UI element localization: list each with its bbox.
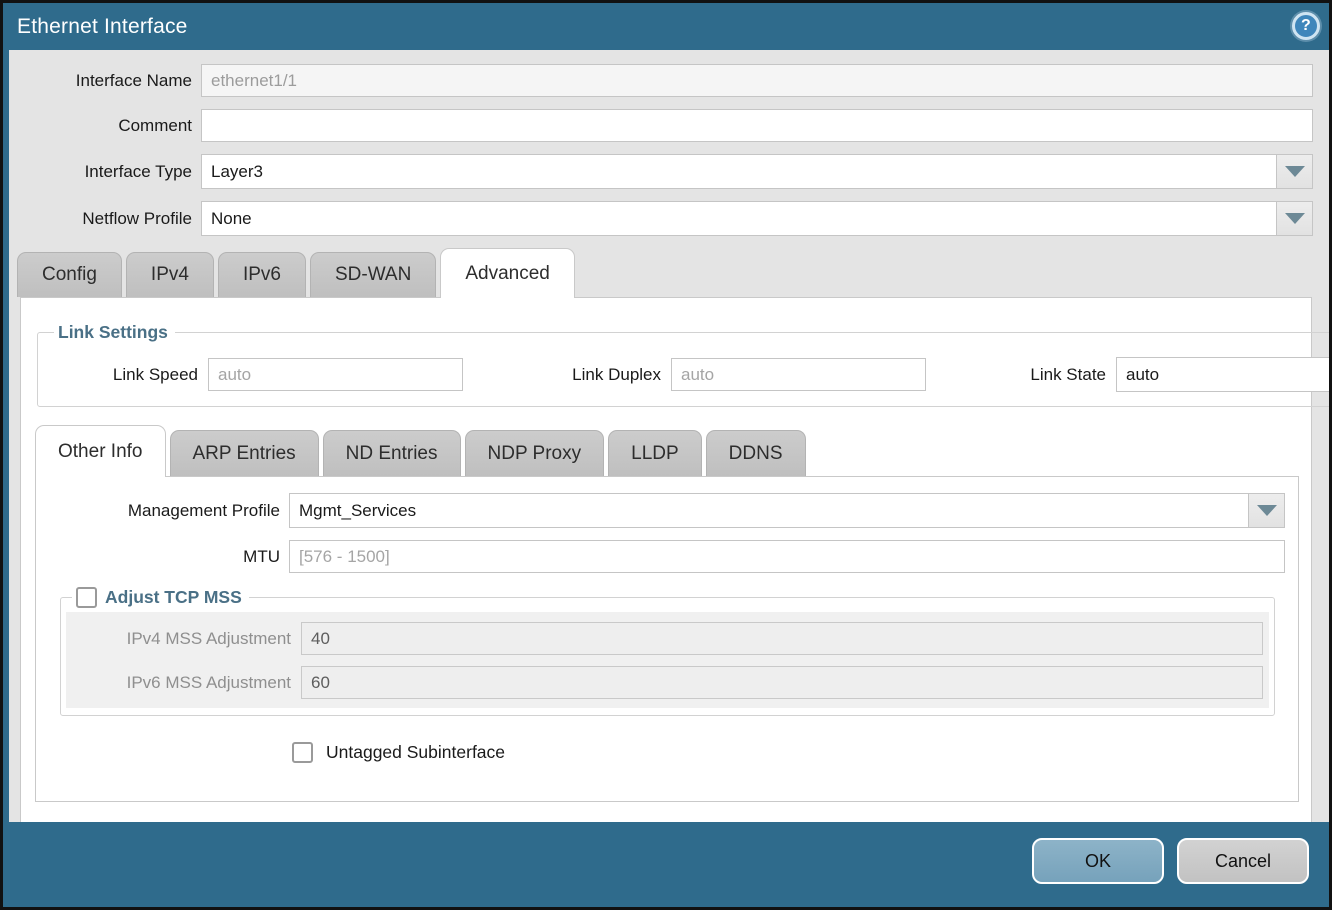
other-info-panel: Management Profile Mgmt_Services MTU (35, 476, 1299, 802)
netflow-profile-row: Netflow Profile None (9, 201, 1313, 236)
dialog-titlebar: Ethernet Interface ? (3, 3, 1329, 50)
tab-ipv6[interactable]: IPv6 (218, 252, 306, 297)
ipv6-mss-input: 60 (301, 666, 1263, 699)
chevron-down-icon (1285, 213, 1305, 224)
comment-label: Comment (9, 116, 201, 136)
ipv4-mss-row: IPv4 MSS Adjustment 40 (66, 622, 1269, 655)
inner-tab-ndp-proxy[interactable]: NDP Proxy (465, 430, 605, 476)
link-duplex-label: Link Duplex (511, 365, 671, 385)
link-settings-fieldset: Link Settings Link Speed Link Duplex Lin… (37, 322, 1329, 407)
dialog-footer: OK Cancel (3, 822, 1329, 907)
link-settings-legend: Link Settings (54, 322, 175, 343)
dialog-body: Interface Name Comment Interface Type La… (9, 50, 1329, 822)
interface-type-label: Interface Type (9, 162, 201, 182)
link-state-value[interactable]: auto (1116, 357, 1329, 392)
ipv6-mss-label: IPv6 MSS Adjustment (66, 673, 301, 693)
adjust-tcp-mss-legend: Adjust TCP MSS (72, 587, 249, 608)
interface-type-dropdown[interactable]: Layer3 (201, 154, 1313, 189)
mtu-input[interactable] (289, 540, 1285, 573)
untagged-subinterface-checkbox[interactable] (292, 742, 313, 763)
adjust-tcp-mss-legend-text: Adjust TCP MSS (105, 587, 242, 608)
other-info-tabs: Other Info ARP Entries ND Entries NDP Pr… (35, 425, 1311, 476)
ipv6-mss-row: IPv6 MSS Adjustment 60 (66, 666, 1269, 699)
untagged-subinterface-row: Untagged Subinterface (292, 742, 1285, 763)
tab-config[interactable]: Config (17, 252, 122, 297)
management-profile-value[interactable]: Mgmt_Services (289, 493, 1249, 528)
netflow-profile-dropdown-button[interactable] (1277, 201, 1313, 236)
interface-name-input (201, 64, 1313, 97)
management-profile-row: Management Profile Mgmt_Services (36, 493, 1285, 528)
ok-button[interactable]: OK (1032, 838, 1164, 884)
interface-name-label: Interface Name (9, 71, 201, 91)
dialog-title: Ethernet Interface (17, 15, 188, 39)
management-profile-label: Management Profile (36, 501, 289, 521)
ipv4-mss-input: 40 (301, 622, 1263, 655)
advanced-tab-panel: Link Settings Link Speed Link Duplex Lin… (20, 297, 1312, 822)
help-icon[interactable]: ? (1292, 12, 1320, 40)
interface-type-dropdown-button[interactable] (1277, 154, 1313, 189)
link-settings-row: Link Speed Link Duplex Link State auto (48, 357, 1329, 392)
mss-disabled-block: IPv4 MSS Adjustment 40 IPv6 MSS Adjustme… (66, 612, 1269, 708)
inner-tab-ddns[interactable]: DDNS (706, 430, 806, 476)
interface-name-row: Interface Name (9, 64, 1313, 97)
chevron-down-icon (1257, 505, 1277, 516)
untagged-subinterface-label: Untagged Subinterface (326, 742, 505, 763)
link-state-label: Link State (988, 365, 1116, 385)
link-duplex-input[interactable] (671, 358, 926, 391)
mtu-row: MTU (36, 540, 1285, 573)
link-speed-input[interactable] (208, 358, 463, 391)
comment-row: Comment (9, 109, 1313, 142)
adjust-tcp-mss-checkbox[interactable] (76, 587, 97, 608)
inner-tab-arp-entries[interactable]: ARP Entries (170, 430, 319, 476)
link-state-dropdown[interactable]: auto (1116, 357, 1329, 392)
ethernet-interface-dialog: Ethernet Interface ? Interface Name Comm… (3, 3, 1329, 907)
main-tabs: Config IPv4 IPv6 SD-WAN Advanced (17, 248, 1313, 297)
cancel-button[interactable]: Cancel (1177, 838, 1309, 884)
netflow-profile-label: Netflow Profile (9, 209, 201, 229)
inner-tab-nd-entries[interactable]: ND Entries (323, 430, 461, 476)
inner-tab-lldp[interactable]: LLDP (608, 430, 702, 476)
interface-type-row: Interface Type Layer3 (9, 154, 1313, 189)
netflow-profile-value[interactable]: None (201, 201, 1277, 236)
management-profile-dropdown-button[interactable] (1249, 493, 1285, 528)
management-profile-dropdown[interactable]: Mgmt_Services (289, 493, 1285, 528)
link-speed-label: Link Speed (48, 365, 208, 385)
netflow-profile-dropdown[interactable]: None (201, 201, 1313, 236)
chevron-down-icon (1285, 166, 1305, 177)
tab-ipv4[interactable]: IPv4 (126, 252, 214, 297)
adjust-tcp-mss-fieldset: Adjust TCP MSS IPv4 MSS Adjustment 40 IP… (60, 587, 1275, 716)
mtu-label: MTU (36, 547, 289, 567)
tab-advanced[interactable]: Advanced (440, 248, 575, 298)
ipv4-mss-label: IPv4 MSS Adjustment (66, 629, 301, 649)
comment-input[interactable] (201, 109, 1313, 142)
tab-sd-wan[interactable]: SD-WAN (310, 252, 436, 297)
interface-type-value[interactable]: Layer3 (201, 154, 1277, 189)
inner-tab-other-info[interactable]: Other Info (35, 425, 166, 477)
help-glyph: ? (1301, 17, 1311, 35)
